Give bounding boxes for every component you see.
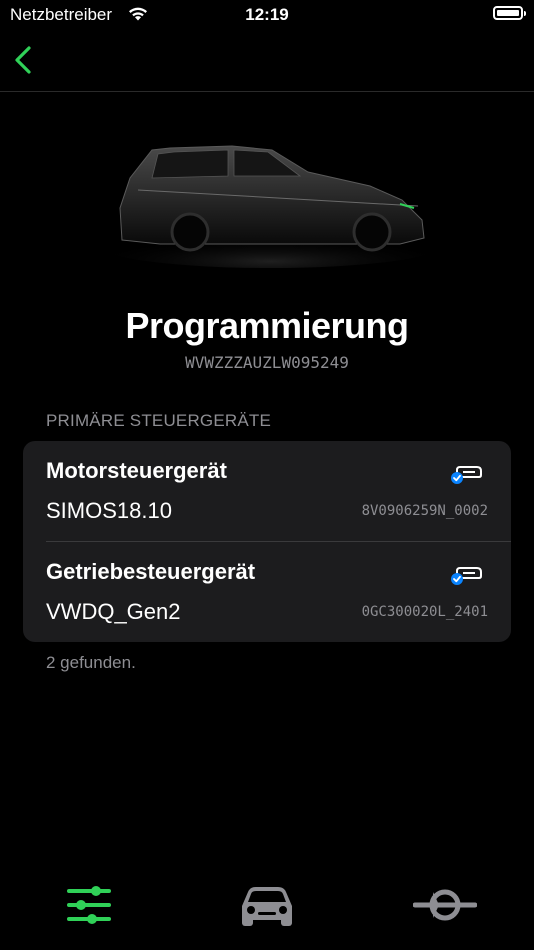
ecu-row-transmission[interactable]: Getriebesteuergerät VWDQ_Gen2 0GC300020L… [23, 542, 511, 642]
battery-icon [493, 6, 526, 20]
ecu-verified-icon [451, 466, 482, 484]
ecu-name: Getriebesteuergerät [46, 559, 256, 584]
ecu-part-number: 0GC300020L_2401 [361, 604, 488, 620]
ecu-software: SIMOS18.10 [46, 498, 172, 523]
tab-connection[interactable] [356, 870, 534, 940]
ecu-row-engine[interactable]: Motorsteuergerät SIMOS18.10 8V0906259N_0… [23, 441, 511, 541]
status-time: 12:19 [245, 5, 289, 24]
sliders-icon [67, 886, 111, 924]
ecu-list: Motorsteuergerät SIMOS18.10 8V0906259N_0… [23, 441, 511, 642]
found-count: 2 gefunden. [46, 653, 136, 672]
ecu-software: VWDQ_Gen2 [46, 599, 181, 624]
status-bar: Netzbetreiber 12:19 [0, 0, 534, 30]
ecu-name: Motorsteuergerät [46, 458, 227, 483]
car-icon [242, 887, 292, 926]
section-header: PRIMÄRE STEUERGERÄTE [46, 411, 272, 430]
page-title: Programmierung [125, 305, 409, 346]
tab-vehicle[interactable] [178, 870, 356, 940]
connector-icon [413, 889, 477, 921]
back-chevron-icon[interactable] [10, 44, 40, 78]
ecu-verified-icon [451, 567, 482, 585]
vin-label: WVWZZZAUZLW095249 [185, 353, 349, 372]
navigation-bar [0, 30, 534, 92]
ecu-part-number: 8V0906259N_0002 [361, 503, 488, 519]
tab-bar [0, 860, 534, 950]
car-hero-image [100, 145, 440, 268]
tab-programming[interactable] [0, 870, 178, 940]
